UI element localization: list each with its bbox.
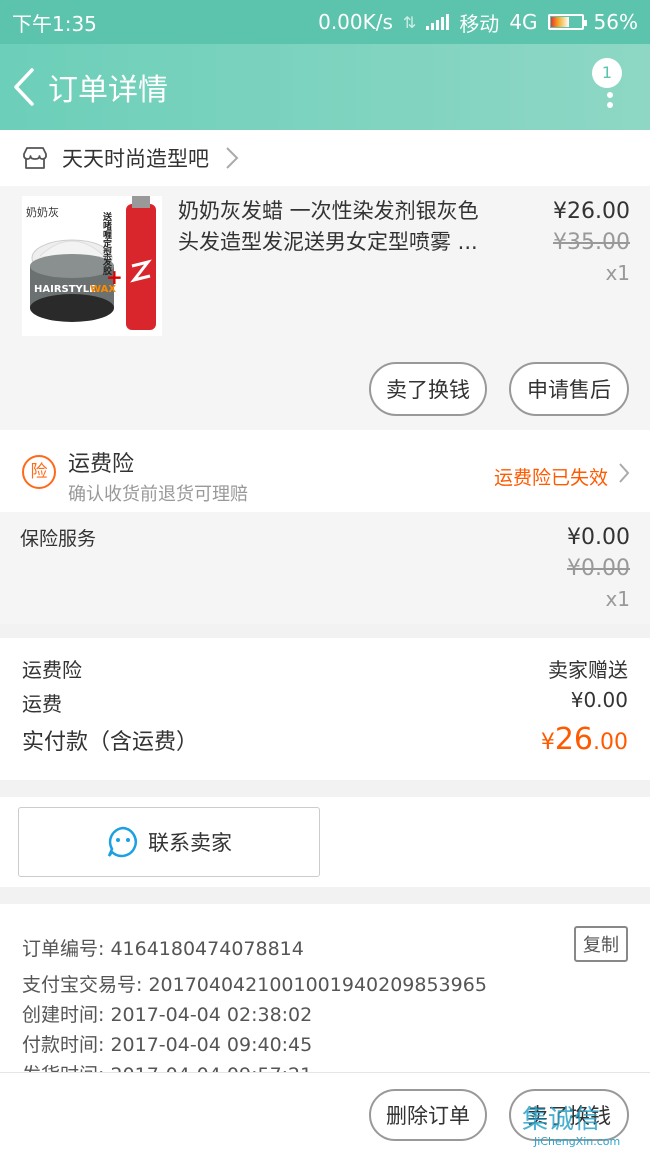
freight-value: ¥0.00 (570, 688, 628, 712)
freight-insurance-value: 卖家赠送 (548, 658, 628, 682)
chevron-right-icon (619, 463, 630, 483)
watermark-url: JiChengXin.com (534, 1135, 621, 1148)
product-price: ¥26.00 (553, 199, 630, 224)
service-price-block: ¥0.00 ¥0.00 x1 (567, 522, 630, 615)
battery-icon (547, 14, 587, 30)
product-title[interactable]: 奶奶灰发蜡 一次性染发剂银灰色头发造型发泥送男女定型喷雾 ... (178, 196, 498, 258)
image-line1-text: HAIRSTYLE (34, 284, 96, 295)
notification-badge: 1 (592, 58, 622, 88)
insurance-title: 运费险 (68, 452, 135, 477)
page-title: 订单详情 (48, 73, 168, 108)
freight-row: 运费 ¥0.00 (22, 688, 628, 717)
protection-service-row: 保险服务 ¥0.00 ¥0.00 x1 (0, 512, 650, 624)
product-photo: 奶奶灰 HAIRSTYLE WAX 送啫喱定型发胶 + (22, 196, 162, 336)
total-row: 实付款（含运费） ¥26.00 (22, 722, 628, 757)
insurance-icon: 险 (22, 455, 56, 489)
network-type: 4G (509, 10, 538, 34)
bottom-action-bar: 删除订单 卖了换钱 集诚信 JiChengXin.com (0, 1072, 650, 1155)
copy-order-number-button[interactable]: 复制 (574, 926, 628, 962)
order-number: 订单编号: 4164180474078814 (22, 938, 304, 960)
battery-level: 56% (593, 10, 638, 34)
back-button[interactable] (4, 44, 44, 130)
contact-section: 联系卖家 (0, 797, 650, 887)
shop-name: 天天时尚造型吧 (62, 147, 209, 171)
sell-for-cash-button[interactable]: 卖了换钱 (369, 362, 487, 416)
freight-insurance-label: 运费险 (22, 658, 82, 682)
carrier-name: 移动 (459, 11, 500, 36)
more-dots-icon (607, 92, 613, 112)
total-label: 实付款（含运费） (22, 730, 199, 755)
network-speed: 0.00K/s (318, 10, 393, 34)
contact-seller-button[interactable]: 联系卖家 (18, 807, 320, 877)
total-value: ¥26.00 (541, 722, 628, 757)
more-menu-button[interactable]: 1 (592, 58, 622, 112)
watermark: 集诚信 JiChengXin.com (522, 1099, 644, 1151)
paid-time: 付款时间: 2017-04-04 09:40:45 (22, 1034, 313, 1056)
image-plus-text: + (106, 265, 123, 289)
watermark-logo: 集诚信 (522, 1105, 601, 1135)
service-quantity: x1 (605, 587, 630, 611)
service-original-price: ¥0.00 (567, 556, 630, 581)
total-currency: ¥ (540, 730, 555, 755)
status-bar: 下午1:35 0.00K/s ⇅ 移动 4G 56% (0, 0, 650, 44)
signal-icon (426, 14, 450, 30)
shop-icon (23, 147, 47, 169)
total-decimal: .00 (593, 730, 628, 755)
insurance-subtitle: 确认收货前退货可理赔 (68, 484, 248, 505)
product-original-price: ¥35.00 (553, 230, 630, 255)
product-image[interactable]: 奶奶灰 HAIRSTYLE WAX 送啫喱定型发胶 + (22, 196, 162, 336)
payment-summary: 运费险 卖家赠送 运费 ¥0.00 实付款（含运费） ¥26.00 (0, 638, 650, 780)
total-integer: 26 (554, 722, 593, 757)
shop-row[interactable]: 天天时尚造型吧 (0, 130, 650, 186)
status-right: 0.00K/s ⇅ 移动 4G 56% (318, 8, 638, 37)
data-arrows-icon: ⇅ (402, 12, 417, 32)
chevron-left-icon (14, 68, 34, 106)
product-item[interactable]: 奶奶灰 HAIRSTYLE WAX 送啫喱定型发胶 + 奶奶灰发蜡 一次性染发剂… (0, 186, 650, 430)
delete-order-button[interactable]: 删除订单 (369, 1089, 487, 1141)
alipay-trade-number: 支付宝交易号: 2017040421001001940209853965 (22, 974, 487, 996)
service-label: 保险服务 (20, 528, 97, 550)
freight-label: 运费 (22, 692, 62, 716)
nav-bar: 订单详情 1 (0, 44, 650, 130)
contact-seller-label: 联系卖家 (148, 831, 232, 855)
freight-insurance-row[interactable]: 险 运费险 确认收货前退货可理赔 运费险已失效 (0, 430, 650, 512)
chevron-right-icon (226, 147, 239, 169)
freight-insurance-summary-row: 运费险 卖家赠送 (22, 654, 628, 683)
chat-face-icon (107, 826, 137, 858)
order-info: 订单编号: 4164180474078814 复制 支付宝交易号: 201704… (0, 904, 650, 1072)
service-price: ¥0.00 (567, 525, 630, 550)
status-time: 下午1:35 (12, 11, 97, 36)
created-time: 创建时间: 2017-04-04 02:38:02 (22, 1004, 313, 1026)
product-price-block: ¥26.00 ¥35.00 x1 (553, 196, 630, 289)
apply-aftersale-button[interactable]: 申请售后 (509, 362, 629, 416)
shipped-time: 发货时间: 2017-04-04 09:57:21 (22, 1060, 312, 1072)
insurance-status: 运费险已失效 (493, 467, 608, 489)
image-brand-text: 奶奶灰 (26, 205, 59, 219)
product-quantity: x1 (605, 261, 630, 285)
